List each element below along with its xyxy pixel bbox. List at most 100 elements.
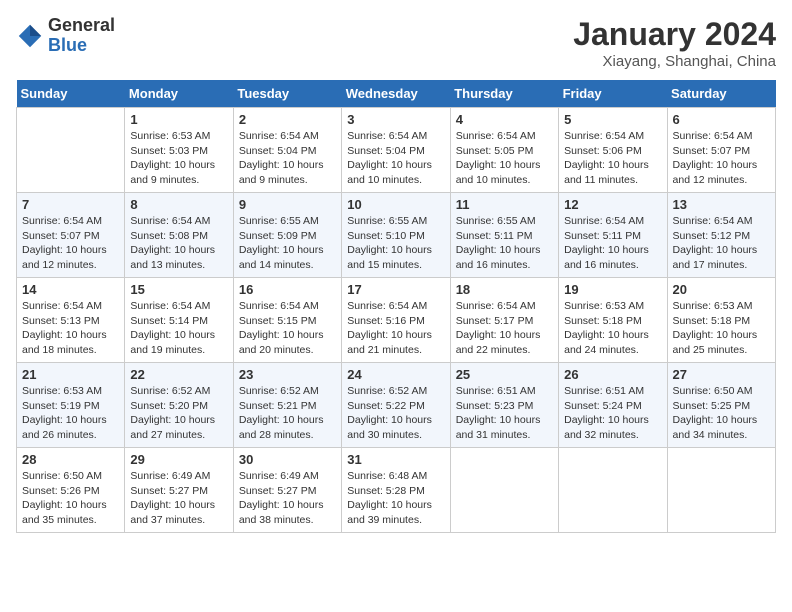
week-row-1: 1Sunrise: 6:53 AM Sunset: 5:03 PM Daylig… [17, 108, 776, 193]
day-number: 18 [456, 282, 553, 297]
day-info: Sunrise: 6:50 AM Sunset: 5:26 PM Dayligh… [22, 469, 119, 528]
calendar-cell: 28 Sunrise: 6:50 AM Sunset: 5:26 PM Dayli… [17, 448, 125, 533]
day-info: Sunrise: 6:54 AM Sunset: 5:16 PM Dayligh… [347, 299, 444, 358]
day-info: Sunrise: 6:53 AM Sunset: 5:19 PM Dayligh… [22, 384, 119, 443]
day-number: 14 [22, 282, 119, 297]
day-number: 11 [456, 197, 553, 212]
calendar-cell [559, 448, 667, 533]
week-row-3: 14 Sunrise: 6:54 AM Sunset: 5:13 PM Dayli… [17, 278, 776, 363]
day-info: Sunrise: 6:54 AM Sunset: 5:06 PM Dayligh… [564, 129, 661, 188]
day-number: 23 [239, 367, 336, 382]
day-number: 10 [347, 197, 444, 212]
day-info: Sunrise: 6:49 AM Sunset: 5:27 PM Dayligh… [239, 469, 336, 528]
day-info: Sunrise: 6:55 AM Sunset: 5:11 PM Dayligh… [456, 214, 553, 273]
calendar-cell: 10 Sunrise: 6:55 AM Sunset: 5:10 PM Dayli… [342, 193, 450, 278]
day-info: Sunrise: 6:52 AM Sunset: 5:21 PM Dayligh… [239, 384, 336, 443]
day-info: Sunrise: 6:51 AM Sunset: 5:24 PM Dayligh… [564, 384, 661, 443]
day-info: Sunrise: 6:54 AM Sunset: 5:07 PM Dayligh… [22, 214, 119, 273]
day-number: 17 [347, 282, 444, 297]
calendar-cell: 29Sunrise: 6:49 AM Sunset: 5:27 PM Dayli… [125, 448, 233, 533]
calendar-cell: 3 Sunrise: 6:54 AM Sunset: 5:04 PM Daylig… [342, 108, 450, 193]
week-row-5: 28 Sunrise: 6:50 AM Sunset: 5:26 PM Dayli… [17, 448, 776, 533]
calendar-cell: 7 Sunrise: 6:54 AM Sunset: 5:07 PM Daylig… [17, 193, 125, 278]
calendar-cell: 4 Sunrise: 6:54 AM Sunset: 5:05 PM Daylig… [450, 108, 558, 193]
calendar-cell [450, 448, 558, 533]
day-number: 3 [347, 112, 444, 127]
day-info: Sunrise: 6:54 AM Sunset: 5:13 PM Dayligh… [22, 299, 119, 358]
day-info: Sunrise: 6:54 AM Sunset: 5:07 PM Dayligh… [673, 129, 770, 188]
calendar-cell: 31 Sunrise: 6:48 AM Sunset: 5:28 PM Dayli… [342, 448, 450, 533]
calendar-cell: 16 Sunrise: 6:54 AM Sunset: 5:15 PM Dayli… [233, 278, 341, 363]
title-section: January 2024 Xiayang, Shanghai, China [573, 16, 776, 70]
header-sunday: Sunday [17, 80, 125, 108]
calendar-cell: 18 Sunrise: 6:54 AM Sunset: 5:17 PM Dayli… [450, 278, 558, 363]
day-info: Sunrise: 6:51 AM Sunset: 5:23 PM Dayligh… [456, 384, 553, 443]
day-number: 2 [239, 112, 336, 127]
day-info: Sunrise: 6:52 AM Sunset: 5:20 PM Dayligh… [130, 384, 227, 443]
calendar-cell: 22 Sunrise: 6:52 AM Sunset: 5:20 PM Dayli… [125, 363, 233, 448]
day-info: Sunrise: 6:48 AM Sunset: 5:28 PM Dayligh… [347, 469, 444, 528]
header-wednesday: Wednesday [342, 80, 450, 108]
day-number: 13 [673, 197, 770, 212]
day-number: 9 [239, 197, 336, 212]
day-number: 8 [130, 197, 227, 212]
header-saturday: Saturday [667, 80, 775, 108]
day-number: 15 [130, 282, 227, 297]
calendar-cell: 21 Sunrise: 6:53 AM Sunset: 5:19 PM Dayli… [17, 363, 125, 448]
calendar-title: January 2024 [573, 16, 776, 53]
day-info: Sunrise: 6:52 AM Sunset: 5:22 PM Dayligh… [347, 384, 444, 443]
day-info: Sunrise: 6:54 AM Sunset: 5:12 PM Dayligh… [673, 214, 770, 273]
calendar-cell [17, 108, 125, 193]
day-info: Sunrise: 6:53 AM Sunset: 5:18 PM Dayligh… [673, 299, 770, 358]
day-number: 24 [347, 367, 444, 382]
calendar-cell: 25 Sunrise: 6:51 AM Sunset: 5:23 PM Dayli… [450, 363, 558, 448]
day-info: Sunrise: 6:54 AM Sunset: 5:17 PM Dayligh… [456, 299, 553, 358]
day-number: 27 [673, 367, 770, 382]
calendar-cell: 19 Sunrise: 6:53 AM Sunset: 5:18 PM Dayli… [559, 278, 667, 363]
day-info: Sunrise: 6:54 AM Sunset: 5:14 PM Dayligh… [130, 299, 227, 358]
calendar-cell: 9Sunrise: 6:55 AM Sunset: 5:09 PM Daylig… [233, 193, 341, 278]
header-thursday: Thursday [450, 80, 558, 108]
day-number: 1 [130, 112, 227, 127]
logo: General Blue [16, 16, 115, 56]
day-info: Sunrise: 6:54 AM Sunset: 5:08 PM Dayligh… [130, 214, 227, 273]
header-tuesday: Tuesday [233, 80, 341, 108]
logo-text: General Blue [48, 16, 115, 56]
day-number: 29 [130, 452, 227, 467]
calendar-cell: 1Sunrise: 6:53 AM Sunset: 5:03 PM Daylig… [125, 108, 233, 193]
day-info: Sunrise: 6:54 AM Sunset: 5:04 PM Dayligh… [347, 129, 444, 188]
day-number: 31 [347, 452, 444, 467]
calendar-cell: 12Sunrise: 6:54 AM Sunset: 5:11 PM Dayli… [559, 193, 667, 278]
calendar-cell: 15 Sunrise: 6:54 AM Sunset: 5:14 PM Dayli… [125, 278, 233, 363]
calendar-cell: 14 Sunrise: 6:54 AM Sunset: 5:13 PM Dayli… [17, 278, 125, 363]
calendar-subtitle: Xiayang, Shanghai, China [573, 53, 776, 70]
day-info: Sunrise: 6:55 AM Sunset: 5:10 PM Dayligh… [347, 214, 444, 273]
calendar-cell: 30Sunrise: 6:49 AM Sunset: 5:27 PM Dayli… [233, 448, 341, 533]
calendar-cell: 2 Sunrise: 6:54 AM Sunset: 5:04 PM Daylig… [233, 108, 341, 193]
week-row-4: 21 Sunrise: 6:53 AM Sunset: 5:19 PM Dayli… [17, 363, 776, 448]
day-number: 21 [22, 367, 119, 382]
calendar-cell: 17 Sunrise: 6:54 AM Sunset: 5:16 PM Dayli… [342, 278, 450, 363]
day-number: 25 [456, 367, 553, 382]
header-monday: Monday [125, 80, 233, 108]
day-number: 12 [564, 197, 661, 212]
calendar-cell: 13 Sunrise: 6:54 AM Sunset: 5:12 PM Dayli… [667, 193, 775, 278]
day-info: Sunrise: 6:54 AM Sunset: 5:05 PM Dayligh… [456, 129, 553, 188]
calendar-cell: 20Sunrise: 6:53 AM Sunset: 5:18 PM Dayli… [667, 278, 775, 363]
calendar-cell: 27Sunrise: 6:50 AM Sunset: 5:25 PM Dayli… [667, 363, 775, 448]
calendar-cell: 24 Sunrise: 6:52 AM Sunset: 5:22 PM Dayli… [342, 363, 450, 448]
calendar-cell: 5Sunrise: 6:54 AM Sunset: 5:06 PM Daylig… [559, 108, 667, 193]
day-info: Sunrise: 6:53 AM Sunset: 5:18 PM Dayligh… [564, 299, 661, 358]
calendar-cell: 11 Sunrise: 6:55 AM Sunset: 5:11 PM Dayli… [450, 193, 558, 278]
day-number: 4 [456, 112, 553, 127]
header-row: SundayMondayTuesdayWednesdayThursdayFrid… [17, 80, 776, 108]
day-number: 16 [239, 282, 336, 297]
day-number: 7 [22, 197, 119, 212]
logo-icon [16, 22, 44, 50]
day-info: Sunrise: 6:54 AM Sunset: 5:04 PM Dayligh… [239, 129, 336, 188]
day-number: 22 [130, 367, 227, 382]
day-number: 19 [564, 282, 661, 297]
day-info: Sunrise: 6:54 AM Sunset: 5:15 PM Dayligh… [239, 299, 336, 358]
day-number: 28 [22, 452, 119, 467]
calendar-cell: 26Sunrise: 6:51 AM Sunset: 5:24 PM Dayli… [559, 363, 667, 448]
